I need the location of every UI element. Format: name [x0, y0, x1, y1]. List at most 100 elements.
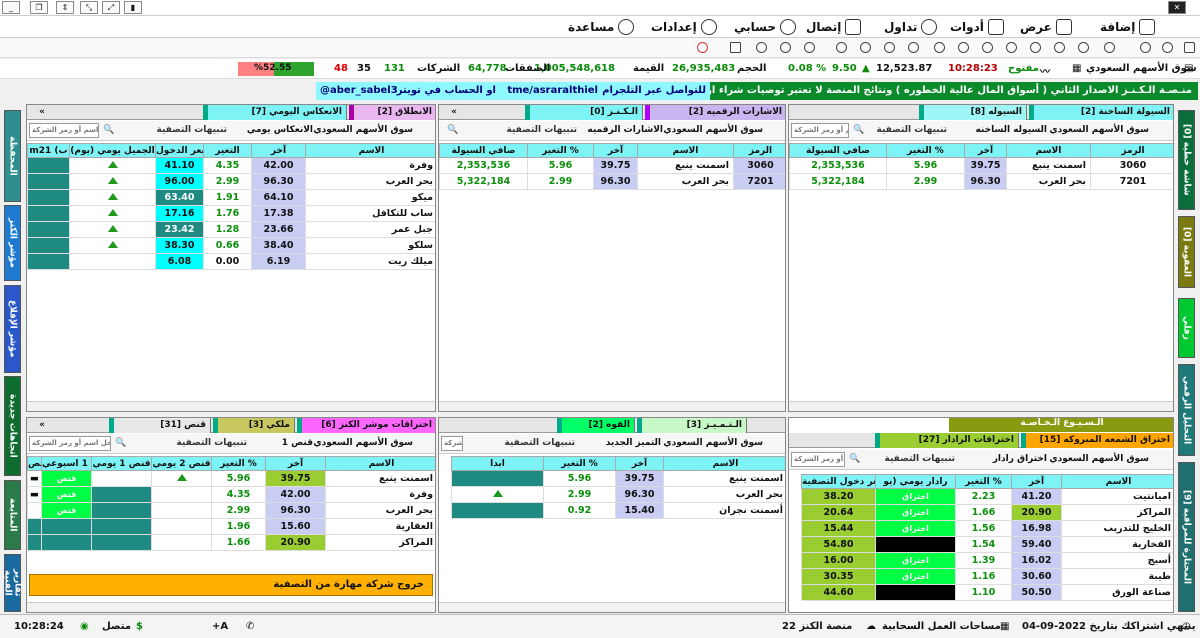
- col-code[interactable]: الرمز: [1090, 143, 1173, 158]
- search-icon[interactable]: 🔍: [103, 125, 114, 135]
- chart-icon[interactable]: [1030, 42, 1041, 53]
- side-tab-digital[interactable]: التحليل الرقمي: [1178, 364, 1195, 456]
- col-chg[interactable]: التغير %: [527, 143, 594, 158]
- col-chg[interactable]: التغير %: [211, 456, 266, 471]
- table-row[interactable]: 44.60 1.10 50.50 صناعة الورق: [801, 584, 1173, 601]
- search-input[interactable]: ادخل اسم أو رمز الشركة: [29, 123, 99, 138]
- alerts-button[interactable]: تنبيهات التصفية: [884, 454, 955, 464]
- col-entry[interactable]: سعر دخول التصفية: [801, 474, 876, 489]
- table-row[interactable]: 41.10 4.35 42.00 وفرة: [27, 157, 435, 174]
- font-size-icon[interactable]: +A: [212, 621, 228, 632]
- col-entry[interactable]: سعر الدخول: [155, 143, 204, 158]
- search-input[interactable]: ادخل اسم أو رمز الشركة: [29, 436, 111, 451]
- trend-icon[interactable]: [730, 42, 741, 53]
- col-start[interactable]: ابدا: [451, 456, 544, 471]
- filter-select[interactable]: قنص 1: [282, 438, 313, 448]
- side-tab-reports[interactable]: تقارير الفنية: [3, 554, 23, 612]
- tab-royal[interactable]: ملكي [3]: [213, 418, 295, 433]
- side-tab-zafli[interactable]: زفلي: [1178, 298, 1195, 358]
- filter-select[interactable]: الانعكاس يومي: [247, 125, 313, 135]
- table-row[interactable]: 63.40 1.91 64.10 ميكو: [27, 189, 435, 206]
- tab-kanz-breakouts[interactable]: اختراقات موشر الكنز [6]: [297, 418, 435, 433]
- side-tab-follow[interactable]: المتابعة: [4, 480, 21, 550]
- col-last[interactable]: آخر: [615, 456, 664, 471]
- alert-icon[interactable]: [958, 42, 969, 53]
- menu-tools[interactable]: أدوات: [950, 19, 1004, 35]
- tab-liquidity[interactable]: السيوله [8]: [919, 105, 1027, 120]
- side-tab-portfolio[interactable]: المحفظة: [4, 110, 21, 202]
- col-net[interactable]: صافي السيولة: [439, 143, 528, 158]
- twitter-handle[interactable]: @aber_sabel3: [320, 85, 398, 96]
- col-name[interactable]: الاسم: [1061, 474, 1173, 489]
- more-tabs-icon[interactable]: »: [29, 418, 49, 433]
- collapse-icon[interactable]: ⇕: [56, 1, 74, 14]
- search-money-icon[interactable]: [780, 42, 791, 53]
- crosshair-icon[interactable]: [884, 42, 895, 53]
- col-name[interactable]: الاسم: [663, 456, 785, 471]
- eye-icon[interactable]: [1054, 42, 1065, 53]
- col-radar[interactable]: رادار يومي (يو: [875, 474, 956, 489]
- table-row[interactable]: 16.00 اختراق 1.39 16.02 أسيج: [801, 552, 1173, 569]
- table-icon[interactable]: [1140, 42, 1151, 53]
- more-tabs-icon[interactable]: »: [29, 105, 49, 120]
- calendar-icon[interactable]: ▦: [1072, 63, 1081, 74]
- globe-icon[interactable]: [908, 42, 919, 53]
- filter-select[interactable]: الاشارات الرقميه: [587, 125, 663, 135]
- tab-power[interactable]: القوه [2]: [557, 418, 635, 433]
- checkbox-icon[interactable]: [1184, 42, 1195, 53]
- side-tab-takeoff-index[interactable]: مؤشر الإقلاع: [4, 285, 21, 373]
- minimize-icon[interactable]: _: [2, 1, 20, 14]
- table-row[interactable]: 1.66 20.90 المراكز: [27, 534, 435, 551]
- horizontal-scrollbar[interactable]: [439, 401, 785, 411]
- list-icon[interactable]: [1162, 42, 1173, 53]
- table-row[interactable]: 30.35 اختراق 1.16 30.60 طيبة: [801, 568, 1173, 585]
- tab-blessed-candle[interactable]: اختراق الشمعه المبروكه [15]: [1021, 433, 1173, 448]
- alerts-button[interactable]: تنبيهات التصفية: [504, 438, 575, 448]
- col-chg[interactable]: التغير %: [543, 456, 616, 471]
- table-row[interactable]: 38.30 0.66 38.40 سلكو: [27, 237, 435, 254]
- filter-select[interactable]: التميز الجديد: [606, 438, 661, 448]
- alerts-button[interactable]: تنبيهات التصفية: [176, 438, 247, 448]
- table-row[interactable]: 6.08 0.00 6.19 ميلك ريت: [27, 253, 435, 270]
- filter-select[interactable]: اختراق رادار: [993, 454, 1047, 464]
- flag-icon[interactable]: [982, 42, 993, 53]
- refresh-icon[interactable]: [697, 42, 708, 53]
- search-icon[interactable]: 🔍: [447, 125, 458, 135]
- col-chg[interactable]: التغير %: [955, 474, 1012, 489]
- tab-kanz[interactable]: الـكـنـز [0]: [525, 105, 643, 120]
- col-name[interactable]: الاسم: [305, 143, 435, 158]
- table-row[interactable]: 0.92 15.40 أسمنت نجران: [451, 502, 785, 519]
- tab-daily-reverse[interactable]: الانعكاس اليومي [7]: [203, 105, 347, 120]
- horizontal-scrollbar[interactable]: [27, 401, 435, 411]
- table-row[interactable]: 23.42 1.28 23.66 جبل عمر: [27, 221, 435, 238]
- col-name[interactable]: الاسم: [1006, 143, 1091, 158]
- market-select[interactable]: سوق الأسهم السعودي: [313, 438, 413, 448]
- coins-icon[interactable]: [804, 42, 815, 53]
- table-row[interactable]: قنص 2.99 96.30 بحر العرب: [27, 502, 435, 519]
- search-input[interactable]: ادخل اسم أو رمز الشركة: [441, 436, 463, 451]
- tab-radar-breakouts[interactable]: اختراقات الرادار [27]: [875, 433, 1019, 448]
- menu-connect[interactable]: إتصال: [806, 19, 862, 35]
- col-snipe1-weekly[interactable]: قنص 1 اسبوعي: [41, 456, 92, 471]
- tab-hot-liquidity[interactable]: السيولة الساخنة [2]: [1029, 105, 1173, 120]
- tab-snipe[interactable]: قنص [31]: [109, 418, 211, 433]
- target-icon[interactable]: [1078, 42, 1089, 53]
- table-row[interactable]: 2.99 96.30 بحر العرب: [451, 486, 785, 503]
- market-select[interactable]: سوق الأسهم السعودي: [663, 125, 763, 135]
- table-row[interactable]: 5.96 39.75 اسمنت ينبع: [451, 470, 785, 487]
- close-icon[interactable]: ✕: [1168, 1, 1186, 14]
- table-row[interactable]: 1.96 15.60 العقارية: [27, 518, 435, 535]
- alerts-button[interactable]: تنبيهات التصفية: [156, 125, 227, 135]
- col-last[interactable]: آخر: [1011, 474, 1062, 489]
- bulb-icon[interactable]: [1104, 42, 1115, 53]
- table-row[interactable]: 20.64 اختراق 1.66 20.90 المراكز: [801, 504, 1173, 521]
- col-chg[interactable]: التغير %: [886, 143, 965, 158]
- side-tab-new-trends[interactable]: اتجاهات جديدة: [4, 376, 21, 476]
- table-row[interactable]: 17.16 1.76 17.38 ساب للتكافل: [27, 205, 435, 222]
- side-tab-kanz-index[interactable]: مؤشر الكنز: [4, 205, 21, 281]
- restore-icon[interactable]: ❐: [30, 1, 48, 14]
- telegram-handle[interactable]: tme/asraralthiel: [507, 85, 598, 96]
- filter-select[interactable]: السيوله الساخنه: [975, 125, 1047, 135]
- phone-icon[interactable]: ✆: [246, 621, 254, 632]
- col-daily-nice[interactable]: الجميل يومي (يوم): [69, 143, 156, 158]
